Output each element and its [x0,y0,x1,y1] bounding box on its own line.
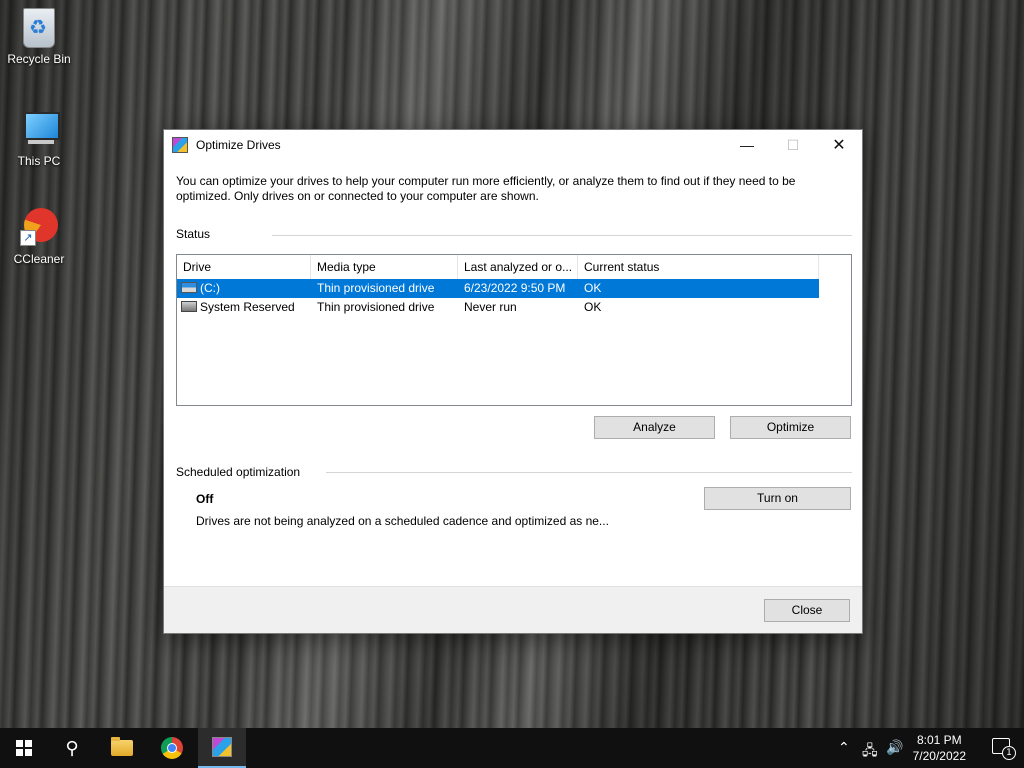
taskbar-file-explorer[interactable] [98,728,146,768]
status-cell: OK [584,281,602,295]
close-icon: ✕ [832,137,846,154]
desktop-icon-label: CCleaner [13,252,65,266]
status-divider [272,235,852,236]
drive-row-system-reserved[interactable]: System Reserved Thin provisioned drive N… [177,298,851,317]
turn-on-button[interactable]: Turn on [704,487,851,510]
column-header-drive[interactable]: Drive [177,255,311,279]
close-button[interactable]: Close [764,599,850,622]
last-analyzed-cell: Never run [464,300,517,314]
drives-list-header: Drive Media type Last analyzed or o... C… [177,255,851,279]
column-header-current-status[interactable]: Current status [578,255,819,279]
scheduled-group-label: Scheduled optimization [176,465,301,479]
start-icon [16,740,32,756]
clock-time: 8:01 PM [916,733,962,747]
drive-name: (C:) [200,281,220,295]
drive-row-c[interactable]: (C:) Thin provisioned drive 6/23/2022 9:… [177,279,819,298]
volume-icon[interactable]: 🔊 [886,740,903,756]
show-hidden-icons-button[interactable]: ⌃ [838,740,850,756]
media-type-cell: Thin provisioned drive [317,281,435,295]
network-icon[interactable]: 🖧 [862,740,878,764]
drive-icon [181,301,197,313]
schedule-state: Off [196,492,214,506]
taskbar-clock[interactable]: 8:01 PM 7/20/2022 [913,732,966,764]
column-header-last-analyzed[interactable]: Last analyzed or o... [458,255,578,279]
drives-list[interactable]: Drive Media type Last analyzed or o... C… [176,254,852,406]
desktop-icon-label: This PC [17,154,61,168]
column-header-media-type[interactable]: Media type [311,255,458,279]
taskbar: ⚲ ⌃ 🖧 🔊 8:01 PM 7/20/2022 1 [0,728,1024,768]
maximize-icon: ☐ [786,136,800,153]
drive-cell: System Reserved [177,298,311,317]
minimize-icon: — [740,137,754,153]
desktop-icon-ccleaner[interactable]: CCleaner [6,206,72,266]
file-explorer-icon [111,737,133,756]
search-icon: ⚲ [65,737,79,759]
close-window-button[interactable]: ✕ [816,130,862,160]
ccleaner-icon [18,206,60,248]
schedule-description: Drives are not being analyzed on a sched… [196,514,609,528]
chevron-up-icon: ⌃ [838,740,850,756]
taskbar-optimize-drives[interactable] [198,728,246,768]
minimize-button[interactable]: — [724,130,770,160]
start-button[interactable] [0,728,48,768]
desktop-icon-label: Recycle Bin [7,52,71,66]
status-group-label: Status [176,227,211,241]
computer-icon [18,108,60,150]
dialog-footer: Close [164,586,862,633]
maximize-button[interactable]: ☐ [770,130,816,160]
clock-date: 7/20/2022 [912,749,966,763]
media-type-cell: Thin provisioned drive [317,300,435,314]
drive-name: System Reserved [200,300,295,314]
desktop-icon-this-pc[interactable]: This PC [6,108,72,168]
taskbar-chrome[interactable] [148,728,196,768]
search-button[interactable]: ⚲ [48,728,96,768]
description-text: You can optimize your drives to help you… [176,174,796,203]
optimize-drives-window: Optimize Drives — ☐ ✕ You can optimize y… [163,129,863,634]
optimize-drives-icon [172,137,188,153]
last-analyzed-cell: 6/23/2022 9:50 PM [464,281,566,295]
analyze-button[interactable]: Analyze [594,416,715,439]
optimize-drives-icon [212,737,232,757]
status-cell: OK [584,300,602,314]
desktop-icon-recycle-bin[interactable]: Recycle Bin [6,8,72,66]
scheduled-divider [326,472,852,473]
window-title: Optimize Drives [196,138,281,152]
drive-icon [181,282,197,294]
chrome-icon [161,737,183,759]
recycle-bin-icon [23,8,55,48]
optimize-button[interactable]: Optimize [730,416,851,439]
drive-cell: (C:) [177,279,311,298]
title-bar[interactable]: Optimize Drives — ☐ ✕ [164,130,862,160]
notification-count-badge: 1 [1002,746,1016,760]
